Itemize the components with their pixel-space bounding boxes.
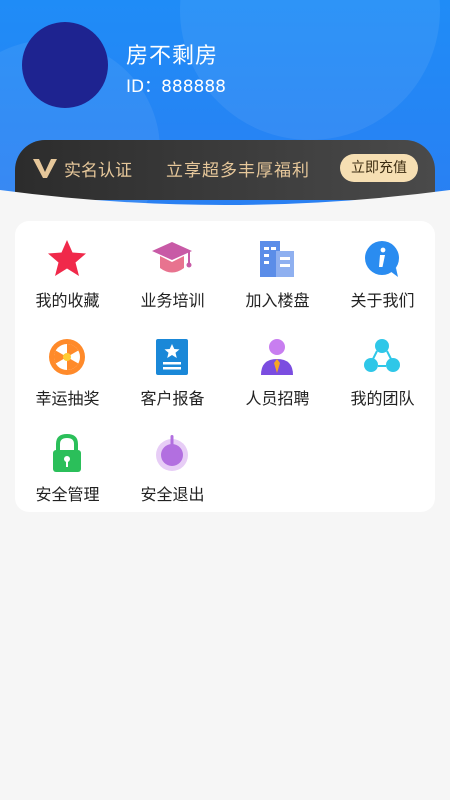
menu-item-recruitment[interactable]: 人员招聘 — [225, 319, 330, 411]
menu-item-lucky-draw[interactable]: 幸运抽奖 — [15, 319, 120, 411]
menu-item-label: 安全管理 — [35, 485, 100, 504]
menu-item-label: 客户报备 — [140, 389, 205, 408]
menu-item-label: 关于我们 — [350, 291, 415, 310]
vip-label: 实名认证 — [64, 161, 132, 181]
menu-item-about-us[interactable]: 关于我们 — [330, 221, 435, 313]
menu-item-join-property[interactable]: 加入楼盘 — [225, 221, 330, 313]
building-icon — [260, 241, 294, 277]
menu-item-label: 加入楼盘 — [245, 291, 310, 310]
avatar[interactable] — [22, 22, 108, 108]
menu-item-training[interactable]: 业务培训 — [120, 221, 225, 313]
graduation-cap-icon — [152, 242, 192, 273]
menu-item-my-team[interactable]: 我的团队 — [330, 319, 435, 411]
recruit-person-icon — [261, 339, 293, 375]
menu-item-label: 幸运抽奖 — [35, 389, 100, 408]
report-icon — [156, 339, 188, 375]
vip-slogan: 立享超多丰厚福利 — [166, 161, 310, 181]
menu-item-favorites[interactable]: 我的收藏 — [15, 221, 120, 313]
lock-icon — [53, 433, 81, 472]
menu-item-label: 我的团队 — [350, 389, 415, 408]
star-icon — [48, 240, 86, 276]
info-icon — [365, 241, 399, 277]
recharge-button[interactable]: 立即充值 — [340, 154, 418, 182]
menu-item-logout[interactable]: 安全退出 — [120, 415, 225, 507]
menu-card: 我的收藏 业务培训 加入楼盘 关于我们 幸运抽奖 客户报备 人员招聘 我的团队 … — [15, 221, 435, 512]
menu-item-label: 安全退出 — [140, 485, 205, 504]
menu-item-security-management[interactable]: 安全管理 — [15, 415, 120, 507]
menu-item-label: 业务培训 — [140, 291, 205, 310]
menu-item-label: 我的收藏 — [35, 291, 100, 310]
team-icon — [364, 339, 400, 372]
vip-v-icon — [33, 159, 57, 178]
header-decoration — [180, 0, 440, 140]
menu-item-customer-report[interactable]: 客户报备 — [120, 319, 225, 411]
header-curve — [0, 190, 450, 220]
username: 房不剩房 — [126, 44, 219, 69]
power-icon — [156, 435, 188, 471]
user-id: ID：888888 — [126, 77, 226, 97]
wheel-icon — [49, 339, 85, 375]
menu-item-label: 人员招聘 — [245, 389, 310, 408]
